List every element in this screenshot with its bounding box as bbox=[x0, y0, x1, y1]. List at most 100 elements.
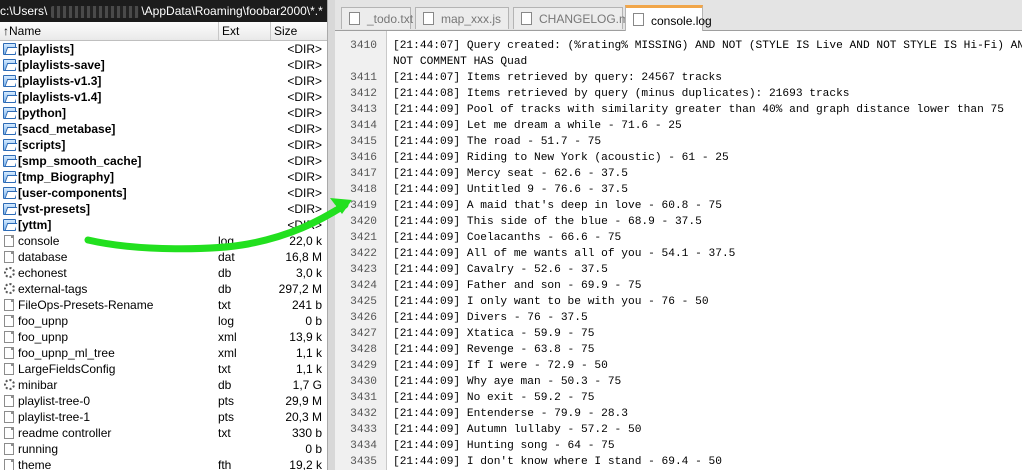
file-name: [user-components] bbox=[18, 186, 127, 200]
file-row[interactable]: playlist-tree-1 pts 20,3 M bbox=[0, 409, 327, 425]
editor-line[interactable]: 3433 [21:44:09] Autumn lullaby - 57.2 - 5… bbox=[335, 422, 1022, 438]
folder-icon bbox=[3, 107, 16, 119]
column-size-header[interactable]: Size bbox=[274, 24, 297, 38]
editor-line[interactable]: 3415 [21:44:09] The road - 51.7 - 75 bbox=[335, 134, 1022, 150]
line-text: [21:44:09] Why aye man - 50.3 - 75 bbox=[393, 376, 622, 388]
editor-line[interactable]: 3424 [21:44:09] Father and son - 69.9 - 7… bbox=[335, 278, 1022, 294]
line-text: [21:44:09] Cavalry - 52.6 - 37.5 bbox=[393, 264, 608, 276]
file-row[interactable]: external-tags db 297,2 M bbox=[0, 281, 327, 297]
file-row[interactable]: playlist-tree-0 pts 29,9 M bbox=[0, 393, 327, 409]
file-row[interactable]: echonest db 3,0 k bbox=[0, 265, 327, 281]
line-number: 3435 bbox=[350, 456, 377, 468]
folder-row[interactable]: [playlists-save] <DIR> bbox=[0, 57, 327, 73]
file-ext: pts bbox=[218, 394, 235, 408]
tab-todo[interactable]: _todo.txt bbox=[341, 7, 413, 29]
editor-content[interactable]: 3410 [21:44:07] Query created: (%rating% … bbox=[335, 38, 1022, 470]
editor-line[interactable]: 3434 [21:44:09] Hunting song - 64 - 75 bbox=[335, 438, 1022, 454]
editor-line[interactable]: 3432 [21:44:09] Entenderse - 79.9 - 28.3 bbox=[335, 406, 1022, 422]
editor-line[interactable]: 3430 [21:44:09] Why aye man - 50.3 - 75 bbox=[335, 374, 1022, 390]
folder-row[interactable]: [playlists] <DIR> bbox=[0, 41, 327, 57]
tab-label: console.log bbox=[651, 14, 712, 28]
folder-row[interactable]: [sacd_metabase] <DIR> bbox=[0, 121, 327, 137]
file-row[interactable]: foo_upnp log 0 b bbox=[0, 313, 327, 329]
editor-line[interactable]: 3435 [21:44:09] I don't know where I stan… bbox=[335, 454, 1022, 470]
editor-line[interactable]: 3416 [21:44:09] Riding to New York (acous… bbox=[335, 150, 1022, 166]
editor-line[interactable]: 3414 [21:44:09] Let me dream a while - 71… bbox=[335, 118, 1022, 134]
editor-line[interactable]: 3429 [21:44:09] If I were - 72.9 - 50 bbox=[335, 358, 1022, 374]
editor-line[interactable]: 3417 [21:44:09] Mercy seat - 62.6 - 37.5 bbox=[335, 166, 1022, 182]
tab-console-log[interactable]: console.log bbox=[625, 5, 712, 31]
file-row[interactable]: readme controller txt 330 b bbox=[0, 425, 327, 441]
file-row[interactable]: database dat 16,8 M bbox=[0, 249, 327, 265]
tab-map-js[interactable]: map_xxx.js bbox=[415, 7, 509, 29]
folder-row[interactable]: [python] <DIR> bbox=[0, 105, 327, 121]
tab-changelog[interactable]: CHANGELOG.md bbox=[513, 7, 636, 29]
editor-line[interactable]: 3428 [21:44:09] Revenge - 63.8 - 75 bbox=[335, 342, 1022, 358]
file-row[interactable]: theme fth 19,2 k bbox=[0, 457, 327, 470]
column-divider[interactable] bbox=[270, 22, 271, 40]
editor-line[interactable]: 3425 [21:44:09] I only want to be with yo… bbox=[335, 294, 1022, 310]
editor-line[interactable]: 3427 [21:44:09] Xtatica - 59.9 - 75 bbox=[335, 326, 1022, 342]
line-text: [21:44:09] Xtatica - 59.9 - 75 bbox=[393, 328, 595, 340]
editor-line[interactable]: 3412 [21:44:08] Items retrieved by query … bbox=[335, 86, 1022, 102]
folder-row[interactable]: [playlists-v1.4] <DIR> bbox=[0, 89, 327, 105]
line-number: 3429 bbox=[350, 360, 377, 372]
file-icon bbox=[4, 347, 14, 359]
folder-row[interactable]: [yttm] <DIR> bbox=[0, 217, 327, 233]
column-divider[interactable] bbox=[218, 22, 219, 40]
editor-line[interactable]: 3411 [21:44:07] Items retrieved by query:… bbox=[335, 70, 1022, 86]
path-bar[interactable]: c:\Users\ \AppData\Roaming\foobar2000\*.* bbox=[0, 0, 327, 22]
file-row[interactable]: FileOps-Presets-Rename txt 241 b bbox=[0, 297, 327, 313]
folder-row[interactable]: [smp_smooth_cache] <DIR> bbox=[0, 153, 327, 169]
editor-line[interactable]: 3431 [21:44:09] No exit - 59.2 - 75 bbox=[335, 390, 1022, 406]
line-text: [21:44:07] Query created: (%rating% MISS… bbox=[393, 40, 1022, 52]
folder-icon bbox=[3, 203, 16, 215]
editor-line[interactable]: 3422 [21:44:09] All of me wants all of yo… bbox=[335, 246, 1022, 262]
editor-line[interactable]: NOT COMMENT HAS Quad bbox=[335, 54, 1022, 70]
file-name: running bbox=[18, 442, 59, 456]
file-row[interactable]: console log 22,0 k bbox=[0, 233, 327, 249]
editor-line[interactable]: 3421 [21:44:09] Coelacanths - 66.6 - 75 bbox=[335, 230, 1022, 246]
file-name: [playlists-v1.3] bbox=[18, 74, 102, 88]
text-editor[interactable]: 3410 [21:44:07] Query created: (%rating% … bbox=[335, 31, 1022, 470]
line-number: 3425 bbox=[350, 296, 377, 308]
editor-line[interactable]: 3413 [21:44:09] Pool of tracks with simil… bbox=[335, 102, 1022, 118]
line-number: 3434 bbox=[350, 440, 377, 452]
file-name: foo_upnp bbox=[18, 314, 69, 328]
file-row[interactable]: minibar db 1,7 G bbox=[0, 377, 327, 393]
file-name: external-tags bbox=[18, 282, 88, 296]
file-size: <DIR> bbox=[287, 154, 322, 168]
file-row[interactable]: foo_upnp_ml_tree xml 1,1 k bbox=[0, 345, 327, 361]
line-text: [21:44:09] All of me wants all of you - … bbox=[393, 248, 736, 260]
file-ext: txt bbox=[218, 298, 231, 312]
editor-line[interactable]: 3410 [21:44:07] Query created: (%rating% … bbox=[335, 38, 1022, 54]
file-icon bbox=[4, 395, 14, 407]
column-name-header[interactable]: ↑Name bbox=[3, 24, 41, 38]
file-size: 16,8 M bbox=[285, 250, 322, 264]
folder-row[interactable]: [scripts] <DIR> bbox=[0, 137, 327, 153]
editor-line[interactable]: 3426 [21:44:09] Divers - 76 - 37.5 bbox=[335, 310, 1022, 326]
folder-row[interactable]: [playlists-v1.3] <DIR> bbox=[0, 73, 327, 89]
folder-row[interactable]: [tmp_Biography] <DIR> bbox=[0, 169, 327, 185]
file-size: 241 b bbox=[291, 298, 322, 312]
file-name: playlist-tree-1 bbox=[18, 410, 91, 424]
file-name: [scripts] bbox=[18, 138, 66, 152]
line-text: [21:44:09] A maid that's deep in love - … bbox=[393, 200, 722, 212]
column-ext-header[interactable]: Ext bbox=[222, 24, 239, 38]
folder-row[interactable]: [user-components] <DIR> bbox=[0, 185, 327, 201]
line-text: [21:44:09] Untitled 9 - 76.6 - 37.5 bbox=[393, 184, 628, 196]
redacted-username bbox=[51, 5, 140, 18]
file-row[interactable]: LargeFieldsConfig txt 1,1 k bbox=[0, 361, 327, 377]
editor-line[interactable]: 3420 [21:44:09] This side of the blue - 6… bbox=[335, 214, 1022, 230]
editor-line[interactable]: 3423 [21:44:09] Cavalry - 52.6 - 37.5 bbox=[335, 262, 1022, 278]
editor-line[interactable]: 3418 [21:44:09] Untitled 9 - 76.6 - 37.5 bbox=[335, 182, 1022, 198]
file-ext: dat bbox=[218, 250, 235, 264]
file-row[interactable]: foo_upnp xml 13,9 k bbox=[0, 329, 327, 345]
column-header: ↑Name Ext Size bbox=[0, 22, 327, 41]
folder-icon bbox=[3, 219, 16, 231]
file-row[interactable]: running 0 b bbox=[0, 441, 327, 457]
folder-row[interactable]: [vst-presets] <DIR> bbox=[0, 201, 327, 217]
file-panel: c:\Users\ \AppData\Roaming\foobar2000\*.*… bbox=[0, 0, 327, 470]
folder-icon bbox=[3, 123, 16, 135]
editor-line[interactable]: 3419 [21:44:09] A maid that's deep in lov… bbox=[335, 198, 1022, 214]
